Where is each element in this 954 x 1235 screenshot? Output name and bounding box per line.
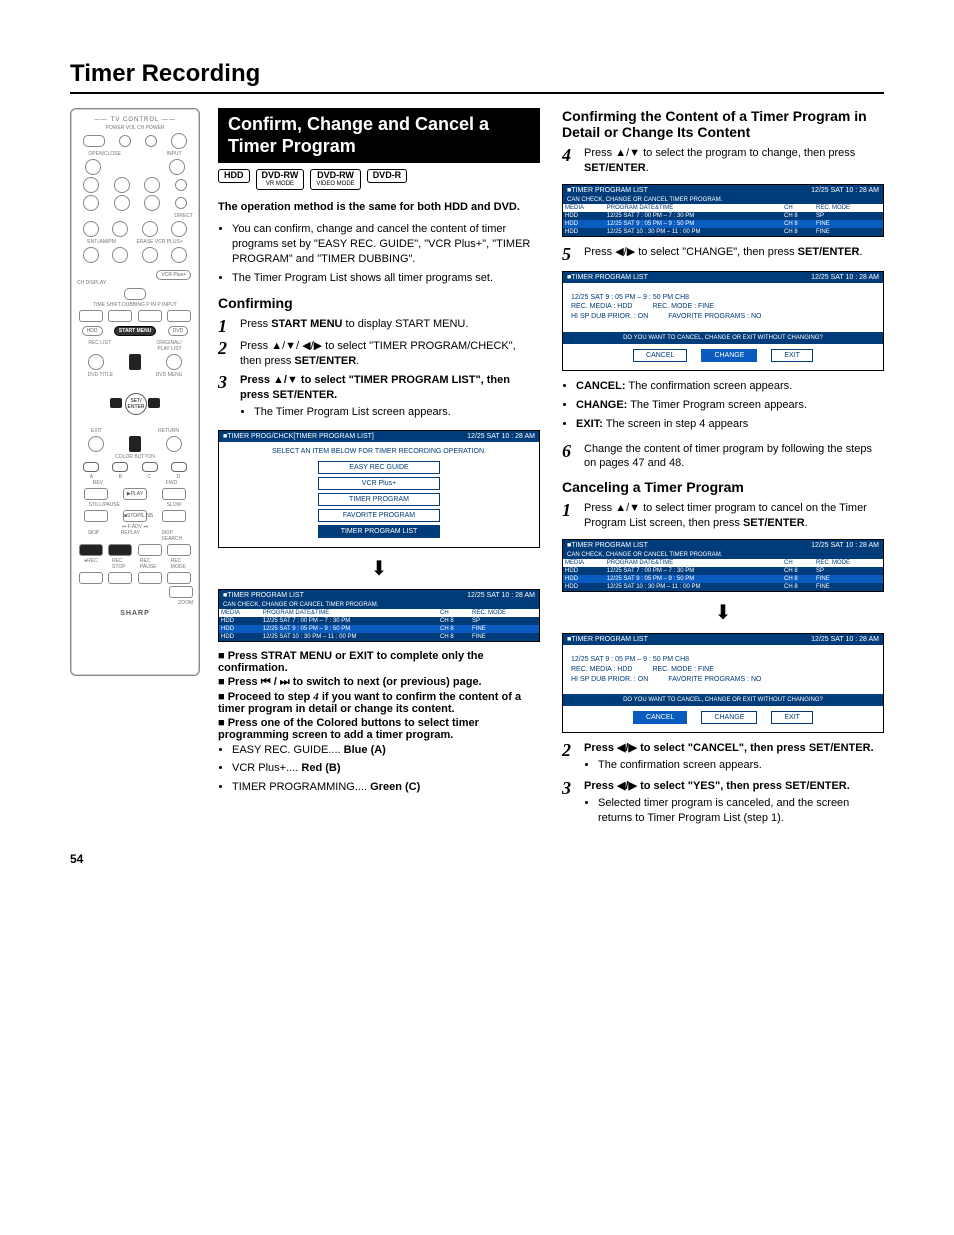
cancel-step-1: 1 Press ▲/▼ to select timer program to c… [562,501,884,531]
remote-column: —— TV CONTROL —— POWER VOL CH POWER OPEN… [70,108,200,676]
colored-buttons-list: EASY REC. GUIDE.... Blue (A) VCR Plus+..… [218,743,540,796]
open-close-icon [85,159,101,175]
tv-power-btn-icon [171,133,187,149]
ch-btn-icon [145,135,157,147]
remote-tv-control-label: —— TV CONTROL —— [77,117,193,123]
tag-dvdrw-vr: DVD-RWVR MODE [256,169,305,189]
right-heading: Confirming the Content of a Timer Progra… [562,108,884,140]
note-4: Press one of the Colored buttons to sele… [218,717,540,741]
tag-dvdr: DVD-R [367,169,408,183]
osd-detail-screenshot: ■TIMER PROGRAM LIST12/25 SAT 10 : 28 AM … [562,271,884,371]
brand-label: SHARP [77,610,193,617]
start-menu-pill: START MENU [114,326,156,336]
tag-hdd: HDD [218,169,250,183]
color-d-icon [171,462,187,472]
vol-btn-icon [119,135,131,147]
cancel-step-2: 2 Press ◀/▶ to select "CANCEL", then pre… [562,741,884,775]
down-arrow-icon [129,436,141,452]
osd-list-screenshot: ■TIMER PROGRAM LIST12/25 SAT 10 : 28 AM … [218,589,540,642]
step-6: 6 Change the content of timer program by… [562,442,884,472]
lead-paragraph: The operation method is the same for bot… [218,200,540,214]
title-rule [70,92,884,94]
note-1: Press STRAT MENU or EXIT to complete onl… [218,650,540,674]
page-number: 54 [70,852,884,866]
right-column: Confirming the Content of a Timer Progra… [562,108,884,832]
osd-menu-screenshot: ■TIMER PROG/CHCK[TIMER PROGRAM LIST]12/2… [218,430,540,548]
osd-cancel-detail-screenshot: ■TIMER PROGRAM LIST12/25 SAT 10 : 28 AM … [562,633,884,733]
osd-list-cancel-screenshot: ■TIMER PROGRAM LIST12/25 SAT 10 : 28 AM … [562,539,884,592]
remote-control-diagram: —— TV CONTROL —— POWER VOL CH POWER OPEN… [70,108,200,676]
color-b-icon [112,462,128,472]
skip-prev-icon [79,544,103,556]
color-c-icon [142,462,158,472]
remote-top-labels: POWER VOL CH POWER [77,125,193,131]
skip-next-icon [108,544,132,556]
cancel-heading: Canceling a Timer Program [562,479,884,495]
tag-dvdrw-video: DVD-RWVIDEO MODE [310,169,360,189]
after-step5-bullets: CANCEL: The confirmation screen appears.… [562,379,884,432]
vcr-plus-pill: VCR Plus+ [156,270,191,280]
color-a-icon [83,462,99,472]
middle-column: Confirm, Change and Cancel a Timer Progr… [218,108,540,832]
step-3: 3 Press ▲/▼ to select "TIMER PROGRAM LIS… [218,373,540,422]
section-heading: Confirm, Change and Cancel a Timer Progr… [218,108,540,163]
dpad-icon: SET/ ENTER [110,378,160,428]
intro-bullets: You can confirm, change and cancel the c… [218,222,540,285]
format-tags: HDD DVD-RWVR MODE DVD-RWVIDEO MODE DVD-R [218,169,540,189]
step-2: 2 Press ▲/▼/ ◀/▶ to select "TIMER PROGRA… [218,339,540,369]
step-4: 4 Press ▲/▼ to select the program to cha… [562,146,884,176]
step-1: 1 Press START MENU to display START MENU… [218,317,540,335]
note-3: Proceed to step 4 if you want to confirm… [218,691,540,715]
page-title: Timer Recording [70,60,884,88]
down-arrow-icon: ⬇ [562,600,884,625]
step-5: 5 Press ◀/▶ to select "CHANGE", then pre… [562,245,884,263]
osd-list-screenshot-r: ■TIMER PROGRAM LIST12/25 SAT 10 : 28 AM … [562,184,884,237]
power-btn-icon [83,135,105,147]
up-arrow-icon [129,354,141,370]
cancel-step-3: 3 Press ◀/▶ to select "YES", then press … [562,779,884,828]
note-2: Press ⏮ / ⏭ to switch to next (or previo… [218,676,540,689]
down-arrow-icon: ⬇ [218,556,540,581]
confirming-heading: Confirming [218,295,540,311]
input-icon [169,159,185,175]
